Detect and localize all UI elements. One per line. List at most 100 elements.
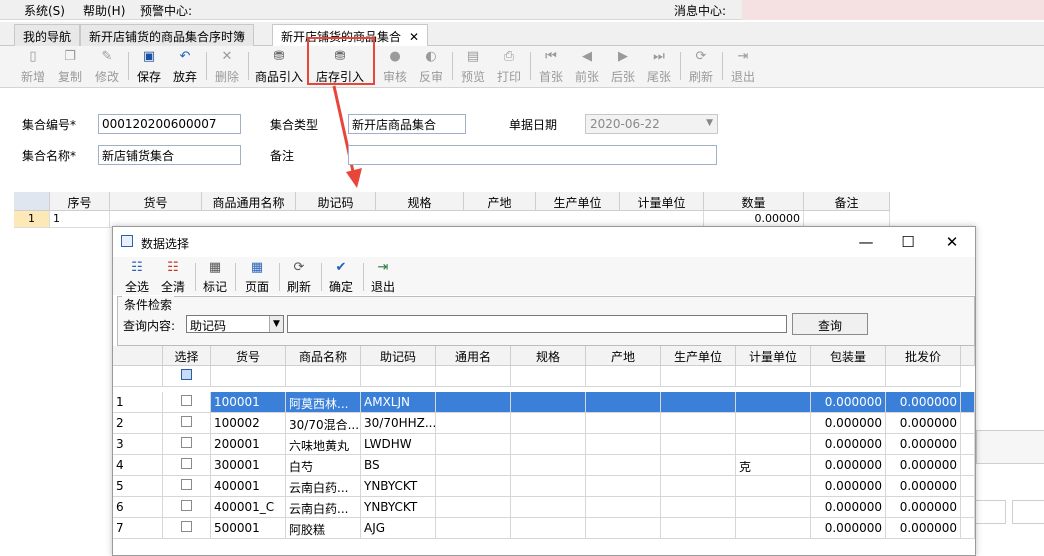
name-cell[interactable]: 30/70混合... — [286, 413, 361, 434]
table-row[interactable]: 1 100001 阿莫西林... AMXLJN 0.000000 0.000000 — [113, 392, 975, 413]
table-cell[interactable] — [511, 413, 586, 434]
table-row[interactable]: 3 200001 六味地黄丸 LWDHW 0.000000 0.000000 — [113, 434, 975, 455]
refresh-button[interactable]: ⟳ 刷新 — [682, 49, 720, 85]
clear-all-button[interactable]: ☷ 全清 — [155, 260, 191, 294]
pack-cell[interactable]: 0.000000 — [811, 518, 886, 539]
unit-cell[interactable] — [736, 476, 811, 497]
pack-cell[interactable]: 0.000000 — [811, 497, 886, 518]
refresh-button[interactable]: ⟳ 刷新 — [281, 260, 317, 294]
table-cell[interactable] — [961, 434, 975, 455]
background-button[interactable] — [972, 500, 1006, 524]
table-cell[interactable] — [661, 434, 736, 455]
table-cell[interactable] — [586, 392, 661, 413]
pack-cell[interactable]: 0.000000 — [811, 392, 886, 413]
pack-cell[interactable]: 0.000000 — [811, 434, 886, 455]
name-cell[interactable]: 云南白药... — [286, 476, 361, 497]
unit-cell[interactable] — [736, 392, 811, 413]
code-cell[interactable]: 300001 — [211, 455, 286, 476]
table-cell[interactable] — [661, 455, 736, 476]
price-cell[interactable]: 0.000000 — [886, 434, 961, 455]
seq-cell[interactable]: 1 — [50, 211, 110, 228]
unapprove-button[interactable]: ◐ 反审 — [412, 49, 450, 85]
select-cell[interactable] — [163, 455, 211, 476]
price-cell[interactable]: 0.000000 — [886, 455, 961, 476]
exit-button[interactable]: ⇥ 退出 — [724, 49, 762, 85]
exit-button[interactable]: ⇥ 退出 — [365, 260, 401, 294]
select-cell[interactable] — [163, 497, 211, 518]
row-checkbox[interactable] — [181, 521, 192, 532]
table-cell[interactable] — [511, 392, 586, 413]
mnemonic-cell[interactable]: AJG — [361, 518, 436, 539]
query-input[interactable] — [287, 315, 787, 333]
menu-message-center[interactable]: 消息中心: — [674, 2, 726, 19]
save-button[interactable]: ▣ 保存 — [130, 49, 168, 85]
mnemonic-cell[interactable]: BS — [361, 455, 436, 476]
filter-cell[interactable] — [811, 366, 886, 387]
table-cell[interactable] — [661, 518, 736, 539]
first-button[interactable]: ⏮ 首张 — [532, 49, 570, 85]
new-button[interactable]: ▯ 新增 — [14, 49, 52, 85]
mnemonic-cell[interactable]: YNBYCKT — [361, 476, 436, 497]
code-cell[interactable]: 500001 — [211, 518, 286, 539]
name-cell[interactable]: 阿胶糕 — [286, 518, 361, 539]
select-cell[interactable] — [163, 476, 211, 497]
table-cell[interactable] — [586, 476, 661, 497]
filter-cell[interactable] — [361, 366, 436, 387]
unit-cell[interactable] — [736, 497, 811, 518]
import-goods-button[interactable]: ⛃ 商品引入 — [254, 49, 304, 85]
table-cell[interactable] — [436, 476, 511, 497]
table-row[interactable]: 6 400001_C 云南白药... YNBYCKT 0.000000 0.000000 — [113, 497, 975, 518]
table-cell[interactable] — [436, 518, 511, 539]
table-cell[interactable] — [661, 476, 736, 497]
menu-help[interactable]: 帮助(H) — [83, 2, 125, 19]
price-cell[interactable]: 0.000000 — [886, 392, 961, 413]
filter-cell[interactable] — [436, 366, 511, 387]
table-cell[interactable] — [661, 392, 736, 413]
dialog-titlebar[interactable]: 数据选择 — ☐ ✕ — [113, 227, 975, 257]
tab-store-goods-list[interactable]: 新开店铺货的商品集合序时簿 — [80, 24, 255, 46]
filter-cell[interactable] — [886, 366, 961, 387]
mnemonic-cell[interactable]: LWDHW — [361, 434, 436, 455]
row-checkbox[interactable] — [181, 458, 192, 469]
table-cell[interactable] — [586, 497, 661, 518]
pack-cell[interactable]: 0.000000 — [811, 455, 886, 476]
table-cell[interactable] — [586, 518, 661, 539]
table-cell[interactable] — [961, 497, 975, 518]
unit-cell[interactable]: 克 — [736, 455, 811, 476]
select-cell[interactable] — [163, 434, 211, 455]
date-picker[interactable]: 2020-06-22 ▼ — [585, 114, 718, 134]
price-cell[interactable]: 0.000000 — [886, 518, 961, 539]
preview-button[interactable]: ▤ 预览 — [454, 49, 492, 85]
name-cell[interactable]: 白芍 — [286, 455, 361, 476]
approve-button[interactable]: ● 审核 — [376, 49, 414, 85]
table-cell[interactable] — [961, 455, 975, 476]
tab-my-navigation[interactable]: 我的导航 — [14, 24, 81, 46]
table-cell[interactable] — [961, 413, 975, 434]
price-cell[interactable]: 0.000000 — [886, 413, 961, 434]
table-cell[interactable] — [961, 392, 975, 413]
name-cell[interactable]: 阿莫西林... — [286, 392, 361, 413]
mnemonic-cell[interactable]: AMXLJN — [361, 392, 436, 413]
table-cell[interactable] — [961, 476, 975, 497]
name-cell[interactable]: 六味地黄丸 — [286, 434, 361, 455]
table-cell[interactable] — [511, 518, 586, 539]
note-field[interactable] — [348, 145, 717, 165]
name-field[interactable] — [98, 145, 241, 165]
undo-button[interactable]: ↶ 放弃 — [166, 49, 204, 85]
table-cell[interactable] — [511, 455, 586, 476]
code-cell[interactable]: 400001 — [211, 476, 286, 497]
mnemonic-cell[interactable]: YNBYCKT — [361, 497, 436, 518]
unit-cell[interactable] — [736, 413, 811, 434]
table-cell[interactable] — [661, 497, 736, 518]
unit-cell[interactable] — [736, 518, 811, 539]
pack-cell[interactable]: 0.000000 — [811, 476, 886, 497]
menu-alert-center[interactable]: 预警中心: — [140, 2, 192, 19]
row-checkbox[interactable] — [181, 500, 192, 511]
select-all-checkbox[interactable] — [181, 369, 192, 380]
filter-cell[interactable] — [286, 366, 361, 387]
filter-cell[interactable] — [163, 366, 211, 387]
table-cell[interactable] — [586, 434, 661, 455]
table-cell[interactable] — [436, 455, 511, 476]
mark-button[interactable]: ▦ 标记 — [197, 260, 233, 294]
filter-cell[interactable] — [661, 366, 736, 387]
